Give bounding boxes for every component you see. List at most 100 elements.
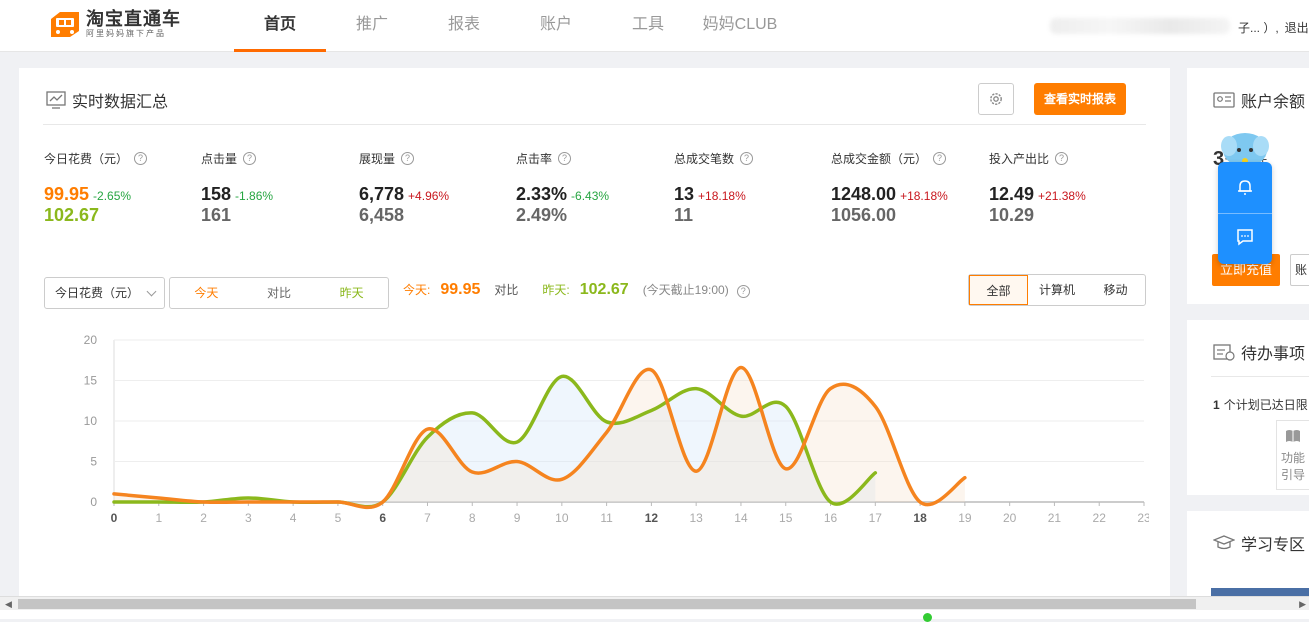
scroll-left-arrow-icon[interactable]: ◀ [5, 599, 12, 610]
tab-today[interactable]: 今天 [170, 278, 243, 308]
x-tick-label: 8 [469, 511, 476, 525]
todo-item[interactable]: 1个计划已达日限 [1213, 396, 1308, 413]
logo[interactable]: 淘宝直通车 阿里妈妈旗下产品 [48, 9, 181, 39]
metric-change: -1.86% [235, 189, 273, 203]
metric-today-value: 12.49 [989, 184, 1034, 204]
divider [1211, 376, 1309, 377]
scroll-right-arrow-icon[interactable]: ▶ [1299, 599, 1306, 610]
metric-today-value: 1248.00 [831, 184, 896, 204]
y-tick-label: 20 [84, 333, 98, 347]
logout-link[interactable]: 退出 [1285, 21, 1309, 35]
metric-label-text: 总成交金额（元） [831, 150, 927, 167]
metric-select[interactable]: 今日花费（元） [44, 277, 165, 309]
metric-yesterday-value: 11 [674, 205, 832, 226]
balance-title: 账户余额 [1241, 88, 1305, 112]
x-tick-label: 9 [514, 511, 521, 525]
metric-label: 投入产出比? [989, 150, 1147, 167]
metric-label-text: 点击量 [201, 150, 237, 167]
graduation-cap-icon [1213, 535, 1235, 551]
book-icon [1285, 429, 1301, 443]
today-label: 今天: [403, 281, 430, 298]
metric-label: 总成交笔数? [674, 150, 832, 167]
x-tick-label: 12 [645, 511, 659, 525]
id-card-icon [1213, 92, 1235, 108]
metric-today: 12.49 +21.38% [989, 184, 1147, 205]
metric-label-text: 点击率 [516, 150, 552, 167]
tab-yesterday[interactable]: 昨天 [315, 278, 388, 308]
tab-compare[interactable]: 对比 [243, 278, 316, 308]
chevron-down-icon [147, 287, 157, 297]
nav-account[interactable]: 账户 [510, 0, 602, 52]
nav-tools[interactable]: 工具 [602, 0, 694, 52]
nav-reports[interactable]: 报表 [418, 0, 510, 52]
blurred-username [1050, 18, 1230, 34]
logo-subtitle: 阿里妈妈旗下产品 [86, 29, 181, 39]
username-tail: 子... ）, [1238, 21, 1279, 35]
tab-mobile[interactable]: 移动 [1086, 275, 1145, 305]
balance-header: 账户余额 [1213, 88, 1305, 112]
nav-promotion[interactable]: 推广 [326, 0, 418, 52]
x-tick-label: 14 [734, 511, 748, 525]
help-icon[interactable]: ? [243, 152, 256, 165]
metric-yesterday-value: 161 [201, 205, 359, 226]
metric-card: 今日花费（元）?99.95-2.65%102.67 [44, 150, 202, 226]
tab-all-devices[interactable]: 全部 [969, 275, 1028, 305]
help-icon[interactable]: ? [1055, 152, 1068, 165]
help-icon[interactable]: ? [737, 285, 750, 298]
help-icon[interactable]: ? [558, 152, 571, 165]
x-tick-label: 10 [555, 511, 569, 525]
metric-change: -6.43% [571, 189, 609, 203]
metric-today: 2.33%-6.43% [516, 184, 674, 205]
horizontal-scrollbar[interactable]: ◀ ▶ [0, 596, 1309, 610]
metric-change: +21.38% [1038, 189, 1086, 203]
bell-icon[interactable] [1235, 177, 1255, 197]
nav-home[interactable]: 首页 [234, 0, 326, 52]
metric-yesterday-value: 10.29 [989, 205, 1147, 226]
metric-change: +18.18% [900, 189, 948, 203]
compare-toggle: 今天 对比 昨天 [169, 277, 389, 309]
logo-title: 淘宝直通车 [86, 9, 181, 29]
help-icon[interactable]: ? [933, 152, 946, 165]
metric-today-value: 13 [674, 184, 694, 204]
metrics-row: 今日花费（元）?99.95-2.65%102.67点击量?158-1.86%16… [44, 150, 1154, 230]
card-header: 实时数据汇总 [46, 88, 168, 112]
help-icon[interactable]: ? [401, 152, 414, 165]
view-realtime-report-button[interactable]: 查看实时报表 [1034, 83, 1126, 115]
metric-card: 总成交笔数?13+18.18%11 [674, 150, 832, 226]
divider [1218, 213, 1272, 214]
status-bar [0, 610, 1309, 619]
x-tick-label: 18 [913, 511, 927, 525]
metric-today-value: 99.95 [44, 184, 89, 204]
todo-title: 待办事项 [1241, 340, 1305, 364]
feature-guide-button[interactable]: 功能引导 [1276, 420, 1309, 490]
x-tick-label: 0 [111, 511, 118, 525]
metric-label: 总成交金额（元）? [831, 150, 989, 167]
monitor-chart-icon [46, 91, 66, 109]
metric-label: 点击率? [516, 150, 674, 167]
chat-icon[interactable] [1235, 227, 1255, 247]
metric-card: 点击率?2.33%-6.43%2.49% [516, 150, 674, 226]
x-tick-label: 23 [1137, 511, 1149, 525]
help-icon[interactable]: ? [740, 152, 753, 165]
cutoff-note: (今天截止19:00) [643, 281, 729, 298]
x-tick-label: 5 [335, 511, 342, 525]
help-icon[interactable]: ? [134, 152, 147, 165]
metric-yesterday-value: 6,458 [359, 205, 517, 226]
todo-text: 个计划已达日限 [1224, 398, 1308, 412]
study-title: 学习专区 [1241, 531, 1305, 555]
metric-card: 展现量?6,778+4.96%6,458 [359, 150, 517, 226]
metric-yesterday-value: 1056.00 [831, 205, 989, 226]
account-button[interactable]: 账 [1290, 254, 1309, 286]
settings-button[interactable] [978, 83, 1014, 115]
tab-computer[interactable]: 计算机 [1028, 275, 1086, 305]
metric-change: -2.65% [93, 189, 131, 203]
scrollbar-thumb[interactable] [18, 599, 1196, 609]
metric-label-text: 展现量 [359, 150, 395, 167]
nav-mama-club[interactable]: 妈妈CLUB [694, 0, 786, 52]
metric-today: 1248.00 +18.18% [831, 184, 989, 205]
calendar-clock-icon [1213, 343, 1235, 361]
card-title: 实时数据汇总 [72, 88, 168, 112]
x-tick-label: 20 [1003, 511, 1017, 525]
x-tick-label: 6 [379, 511, 386, 525]
yesterday-value: 102.67 [580, 281, 629, 299]
